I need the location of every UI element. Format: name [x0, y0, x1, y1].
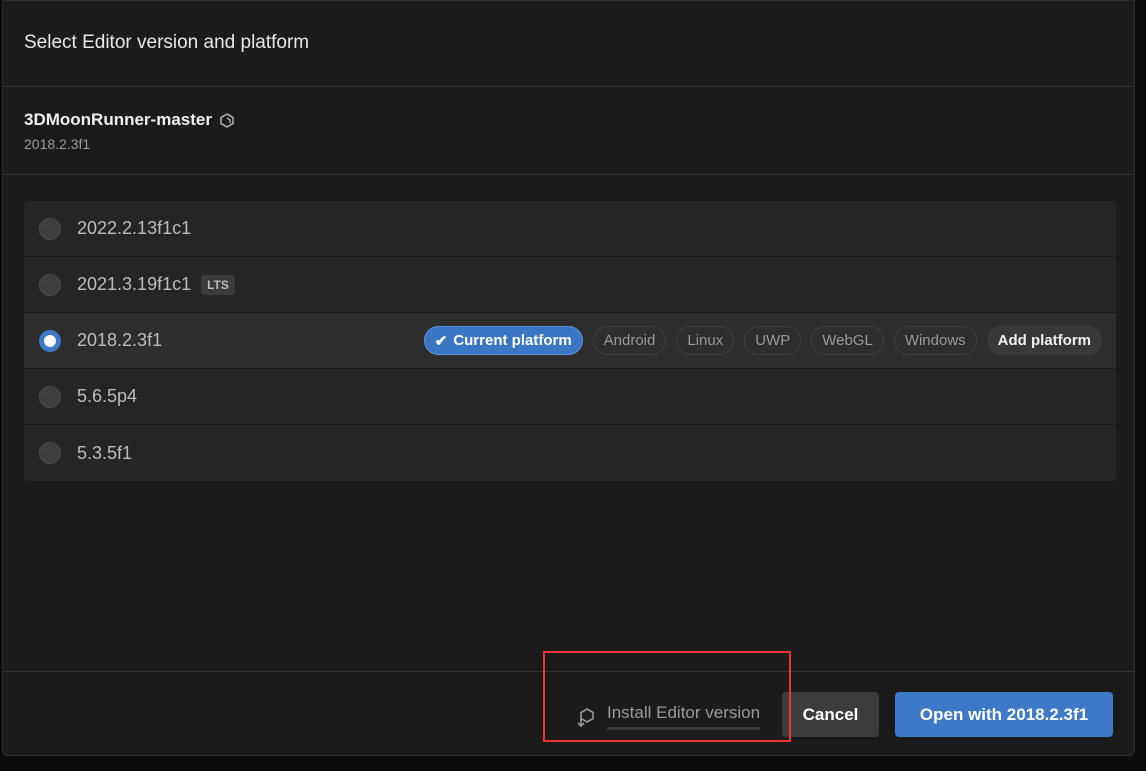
version-list: 2022.2.13f1c1 2021.3.19f1c1 LTS 2018.2.3…	[24, 201, 1116, 481]
platform-list: ✔ Current platform Android Linux UWP WebG…	[423, 326, 1102, 355]
current-platform-chip[interactable]: ✔ Current platform	[423, 326, 583, 355]
version-row[interactable]: 5.6.5p4	[24, 369, 1116, 425]
install-download-icon	[577, 707, 594, 727]
project-name: 3DMoonRunner-master	[24, 110, 234, 130]
version-label: 2022.2.13f1c1	[77, 218, 192, 238]
platform-chip-android[interactable]: Android	[592, 326, 667, 355]
radio-button[interactable]	[39, 273, 61, 296]
chip-label: Current platform	[453, 332, 572, 349]
version-row[interactable]: 2022.2.13f1c1	[24, 201, 1116, 257]
version-label: 5.6.5p4	[77, 386, 138, 406]
radio-button[interactable]	[39, 217, 61, 240]
radio-button[interactable]	[39, 385, 61, 408]
open-with-button[interactable]: Open with 2018.2.3f1	[895, 692, 1113, 737]
version-label: 2018.2.3f1	[77, 330, 163, 350]
version-row[interactable]: 5.3.5f1	[24, 425, 1116, 481]
cancel-button[interactable]: Cancel	[782, 692, 879, 737]
radio-button-checked[interactable]	[39, 329, 61, 352]
project-version: 2018.2.3f1	[24, 136, 91, 152]
project-name-text: 3DMoonRunner-master	[24, 110, 212, 129]
divider	[3, 86, 1134, 87]
platform-chip-linux[interactable]: Linux	[676, 326, 735, 355]
version-row[interactable]: 2021.3.19f1c1 LTS	[24, 257, 1116, 313]
select-editor-dialog: Select Editor version and platform 3DMoo…	[2, 0, 1135, 756]
unity-cube-icon	[220, 112, 234, 128]
platform-chip-uwp[interactable]: UWP	[744, 326, 802, 355]
dialog-title: Select Editor version and platform	[24, 32, 310, 53]
platform-chip-windows[interactable]: Windows	[893, 326, 977, 355]
check-icon: ✔	[434, 332, 448, 350]
divider	[3, 174, 1134, 175]
version-row-selected[interactable]: 2018.2.3f1 ✔ Current platform Android Lin…	[24, 313, 1116, 369]
install-label: Install Editor version	[607, 703, 761, 730]
footer-divider	[3, 671, 1134, 672]
lts-badge: LTS	[201, 274, 235, 295]
radio-button[interactable]	[39, 442, 61, 464]
install-editor-version-link[interactable]: Install Editor version	[575, 703, 761, 730]
version-label: 2021.3.19f1c1	[77, 274, 192, 294]
add-platform-button[interactable]: Add platform	[986, 326, 1102, 355]
version-label: 5.3.5f1	[77, 442, 133, 463]
platform-chip-webgl[interactable]: WebGL	[811, 326, 884, 355]
